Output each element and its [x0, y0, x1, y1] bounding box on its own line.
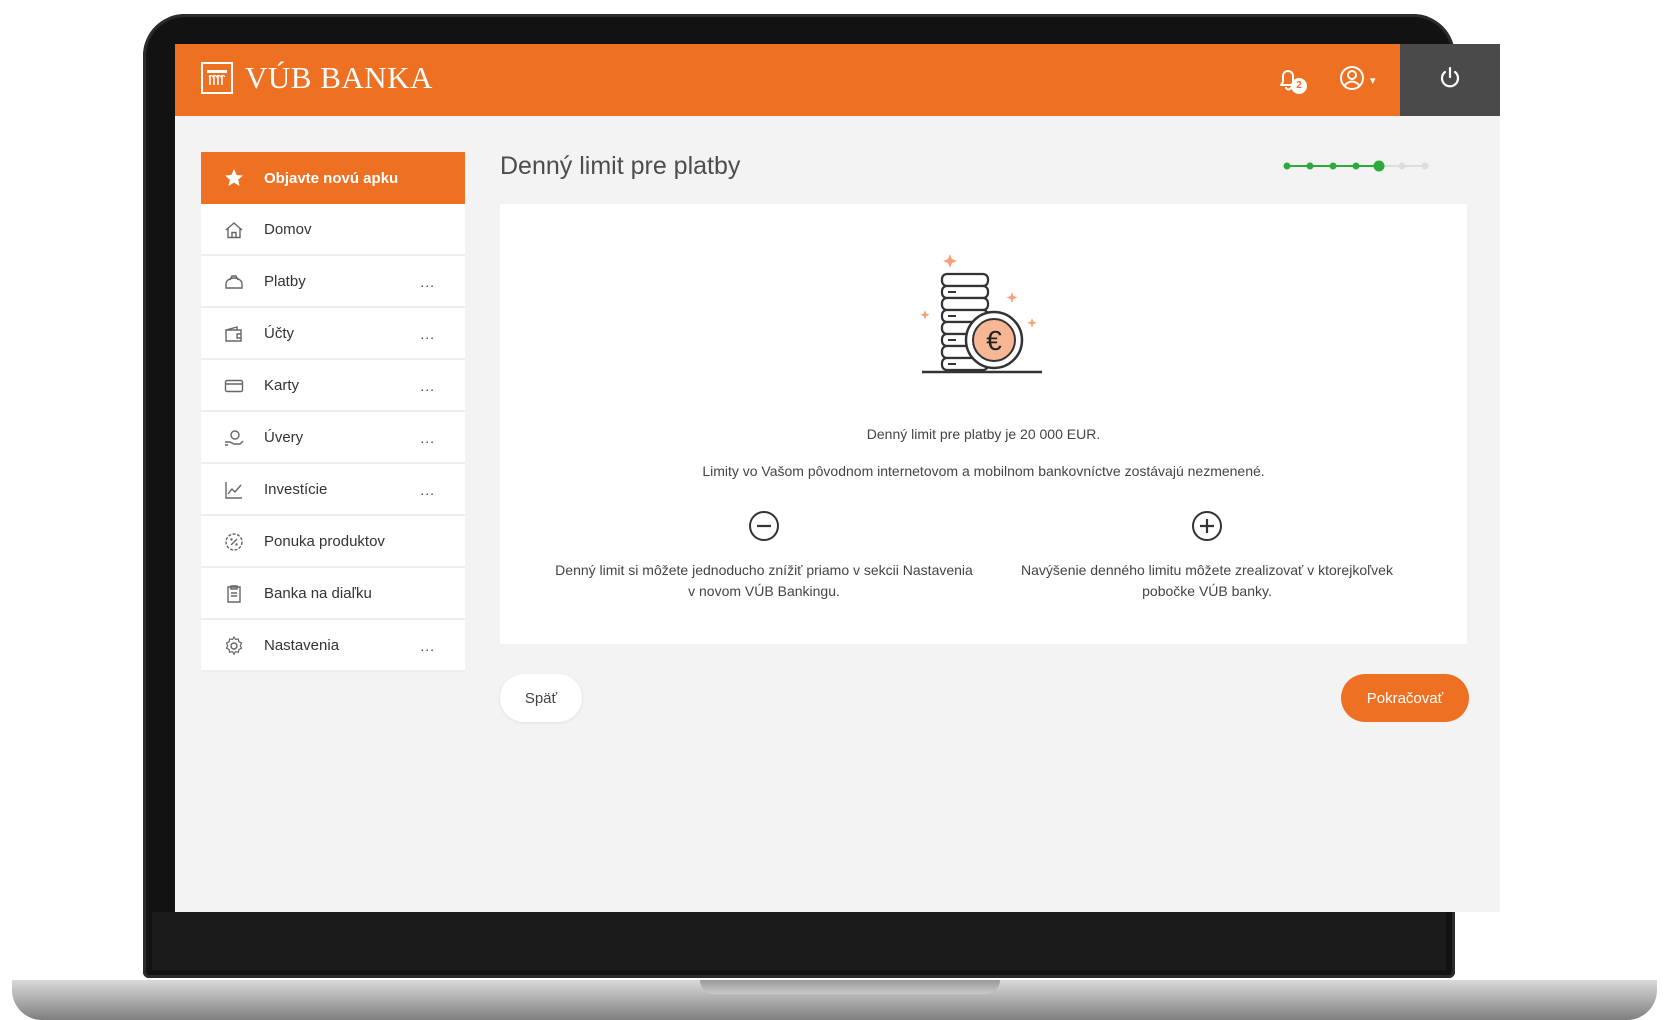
sidebar-item-label: Karty — [264, 376, 300, 394]
payment-icon — [223, 271, 245, 293]
info-card: € Denný limit pre platby je 20 000 EUR. … — [500, 204, 1467, 644]
stepper-dot-completed — [1283, 162, 1291, 170]
top-bar: VÚB BANKA 2 ▾ — [175, 44, 1500, 116]
wallet-icon — [223, 323, 245, 345]
document-icon — [223, 583, 245, 605]
more-options-icon[interactable]: ... — [420, 326, 435, 342]
more-options-icon[interactable]: ... — [420, 430, 435, 446]
sidebar-item-label: Platby — [264, 272, 306, 290]
sidebar-item-label: Nastavenia — [264, 636, 340, 654]
sidebar-nav: Objavte novú apku Domov Platby ... Účty … — [201, 152, 465, 672]
more-options-icon[interactable]: ... — [420, 274, 435, 290]
increase-limit-text: Navýšenie denného limitu môžete zrealizo… — [1021, 562, 1393, 599]
stepper-dot-current — [1373, 160, 1385, 172]
star-icon — [223, 167, 245, 189]
sidebar-item-label: Objavte novú apku — [264, 169, 399, 187]
coins-euro-illustration-icon: € — [920, 248, 1060, 383]
sidebar-item-loans[interactable]: Úvery ... — [201, 412, 465, 464]
user-icon — [1338, 64, 1366, 97]
progress-stepper — [1283, 160, 1429, 172]
daily-limit-text: Denný limit pre platby je 20 000 EUR. — [866, 426, 1101, 442]
stepper-dot-pending — [1421, 162, 1429, 170]
user-menu[interactable]: ▾ — [1338, 64, 1376, 97]
laptop-bezel — [152, 912, 1446, 970]
stepper-dot-completed — [1306, 162, 1314, 170]
increase-limit-section: Navýšenie denného limitu môžete zrealizo… — [997, 509, 1417, 602]
sidebar-item-label: Ponuka produktov — [264, 532, 385, 550]
stepper-dot-completed — [1329, 162, 1337, 170]
plus-circle-icon — [1190, 509, 1224, 543]
bank-logo-icon — [201, 62, 233, 94]
sidebar-item-payments[interactable]: Platby ... — [201, 256, 465, 308]
logout-button[interactable] — [1400, 44, 1500, 116]
sidebar-item-label: Úvery — [264, 428, 304, 446]
more-options-icon[interactable]: ... — [420, 378, 435, 394]
svg-text:€: € — [986, 325, 1002, 356]
page-title: Denný limit pre platby — [500, 152, 741, 180]
home-icon — [223, 219, 245, 241]
stepper-dot-pending — [1398, 162, 1406, 170]
more-options-icon[interactable]: ... — [420, 638, 435, 654]
decrease-limit-text: Denný limit si môžete jednoducho znížiť … — [555, 562, 973, 599]
sidebar-item-label: Domov — [264, 220, 312, 238]
notification-badge: 2 — [1291, 78, 1307, 94]
sidebar-item-investments[interactable]: Investície ... — [201, 464, 465, 516]
sidebar-item-cards[interactable]: Karty ... — [201, 360, 465, 412]
brand-name: VÚB BANKA — [245, 60, 433, 95]
sidebar-item-new-app[interactable]: Objavte novú apku — [201, 152, 465, 204]
gear-icon — [223, 635, 245, 657]
stepper-dot-completed — [1352, 162, 1360, 170]
loan-icon — [223, 427, 245, 449]
sidebar-item-settings[interactable]: Nastavenia ... — [201, 620, 465, 672]
card-icon — [223, 375, 245, 397]
laptop-notch — [700, 980, 1000, 994]
sidebar-item-label: Účty — [264, 324, 294, 342]
more-options-icon[interactable]: ... — [420, 482, 435, 498]
continue-button[interactable]: Pokračovať — [1341, 674, 1469, 722]
chevron-down-icon: ▾ — [1370, 75, 1376, 87]
offer-icon — [223, 531, 245, 553]
minus-circle-icon — [747, 509, 781, 543]
sidebar-item-home[interactable]: Domov — [201, 204, 465, 256]
sidebar-item-label: Investície — [264, 480, 328, 498]
app-screen: VÚB BANKA 2 ▾ Objavte novú apku Domov Pl… — [175, 44, 1500, 912]
sidebar-item-label: Banka na diaľku — [264, 584, 372, 602]
limits-unchanged-text: Limity vo Vašom pôvodnom internetovom a … — [702, 463, 1265, 479]
brand-logo[interactable]: VÚB BANKA — [201, 60, 433, 96]
decrease-limit-section: Denný limit si môžete jednoducho znížiť … — [554, 509, 974, 602]
back-button[interactable]: Späť — [500, 674, 582, 722]
chart-icon — [223, 479, 245, 501]
sidebar-item-remote-banking[interactable]: Banka na diaľku — [201, 568, 465, 620]
sidebar-item-accounts[interactable]: Účty ... — [201, 308, 465, 360]
sidebar-item-products[interactable]: Ponuka produktov — [201, 516, 465, 568]
power-icon — [1437, 65, 1463, 96]
